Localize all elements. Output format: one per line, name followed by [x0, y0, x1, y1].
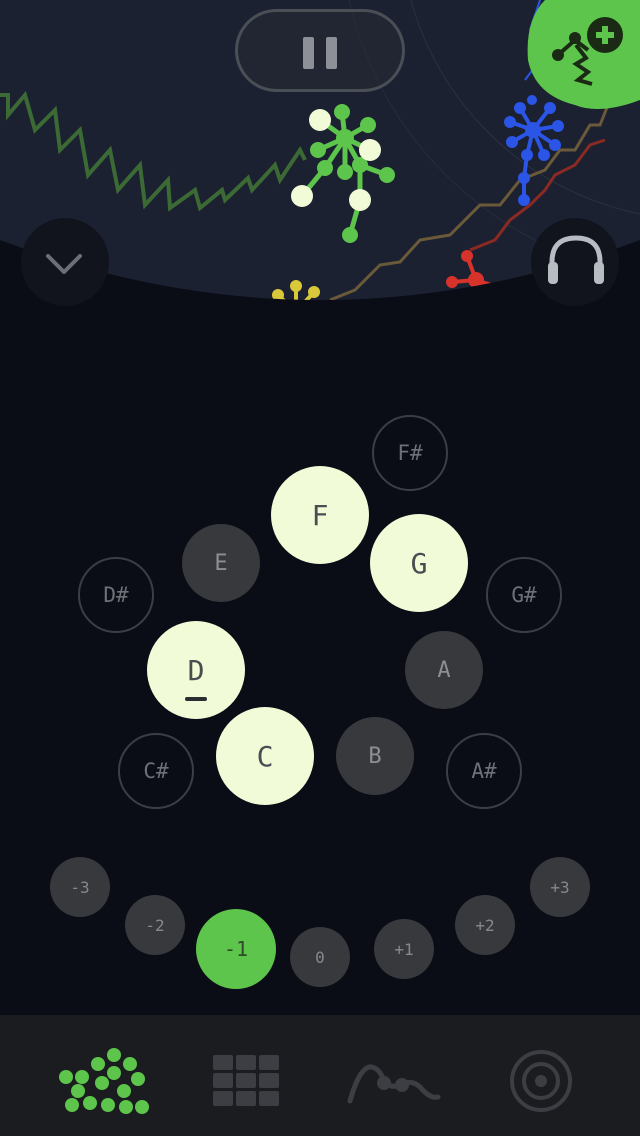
octave-label: +1: [394, 939, 414, 959]
note-b[interactable]: B: [336, 717, 414, 795]
note-label: E: [214, 550, 228, 576]
tab-target[interactable]: [461, 1015, 621, 1136]
add-creature-button[interactable]: [0, 0, 640, 130]
note-label: G: [410, 546, 428, 580]
app-screen: F# F E G D# G# D A C B C# A# -3 -2 -1 0: [0, 0, 640, 1136]
note-label: F#: [397, 441, 423, 465]
note-g[interactable]: G: [370, 514, 468, 612]
note-e[interactable]: E: [182, 524, 260, 602]
bottom-tab-bar: [0, 1015, 640, 1136]
curve-icon: [347, 1064, 441, 1104]
tab-curve[interactable]: [314, 1015, 474, 1136]
tab-creatures[interactable]: [20, 1015, 180, 1136]
octave-plus-3-button[interactable]: +3: [530, 857, 590, 917]
note-label: C#: [143, 759, 169, 783]
note-label: D#: [103, 583, 129, 607]
note-label: A: [437, 657, 451, 683]
octave-label: +2: [475, 915, 495, 935]
note-label: C: [256, 739, 274, 773]
note-label: B: [368, 743, 382, 769]
note-a[interactable]: A: [405, 631, 483, 709]
note-d-root[interactable]: D: [147, 621, 245, 719]
root-note-marker: [185, 697, 207, 701]
octave-plus-2-button[interactable]: +2: [455, 895, 515, 955]
note-a-sharp[interactable]: A#: [446, 733, 522, 809]
note-d-sharp[interactable]: D#: [78, 557, 154, 633]
octave-minus-3-button[interactable]: -3: [50, 857, 110, 917]
target-icon: [510, 1050, 572, 1112]
grid-icon: [213, 1055, 279, 1106]
note-label: F: [311, 498, 329, 532]
octave-minus-2-button[interactable]: -2: [125, 895, 185, 955]
octave-zero-button[interactable]: 0: [290, 927, 350, 987]
octave-label: 0: [315, 947, 325, 967]
octave-label: -2: [145, 915, 165, 935]
note-label: G#: [511, 583, 537, 607]
octave-minus-1-button[interactable]: -1: [196, 909, 276, 989]
note-label: D: [187, 653, 205, 687]
octave-label: -1: [223, 937, 249, 961]
note-f[interactable]: F: [271, 466, 369, 564]
note-label: A#: [471, 759, 497, 783]
octave-label: +3: [550, 877, 570, 897]
note-g-sharp[interactable]: G#: [486, 557, 562, 633]
tab-grid[interactable]: [166, 1015, 326, 1136]
note-c-sharp[interactable]: C#: [118, 733, 194, 809]
note-f-sharp[interactable]: F#: [372, 415, 448, 491]
creatures-dots-icon: [59, 1048, 149, 1114]
octave-label: -3: [70, 877, 90, 897]
note-c[interactable]: C: [216, 707, 314, 805]
octave-plus-1-button[interactable]: +1: [374, 919, 434, 979]
